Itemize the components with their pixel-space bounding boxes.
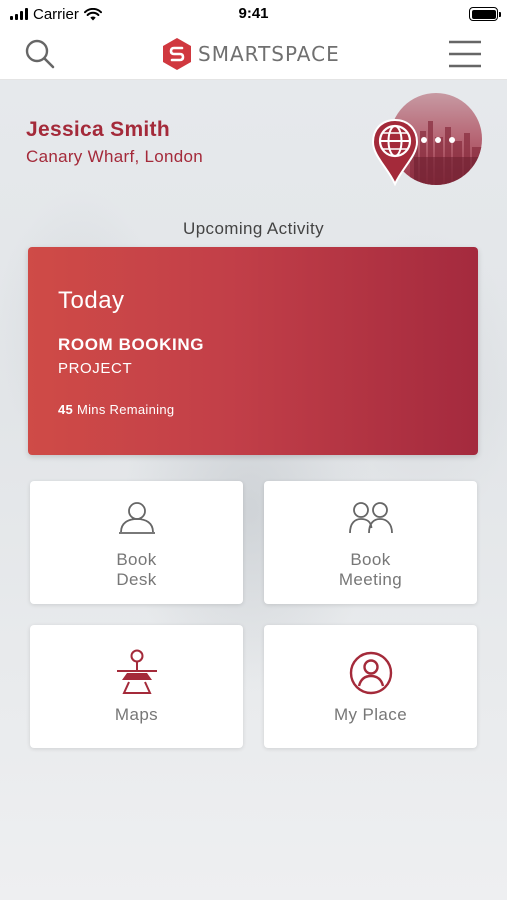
search-icon[interactable] (22, 36, 58, 72)
remaining-minutes: 45 (58, 402, 74, 417)
brand-name: SMARTSPACE (198, 42, 340, 66)
tile-label: Desk (116, 570, 157, 589)
hamburger-menu-icon[interactable] (447, 38, 483, 70)
activity-type: ROOM BOOKING (58, 335, 205, 354)
smartspace-logo-icon (163, 38, 191, 70)
nav-bar: SMARTSPACE (0, 28, 507, 80)
remaining-label: Mins Remaining (76, 402, 175, 417)
my-place-button[interactable]: My Place (264, 625, 477, 748)
battery-icon (469, 7, 501, 21)
tile-label: Book (116, 550, 157, 569)
status-bar: Carrier 9:41 (0, 0, 507, 28)
activity-remaining: 45 Mins Remaining (58, 402, 174, 417)
book-meeting-button[interactable]: Book Meeting (264, 481, 477, 604)
brand-logo: SMARTSPACE (162, 37, 340, 71)
section-title: Upcoming Activity (183, 219, 324, 238)
tile-label: Maps (114, 705, 159, 724)
user-location: Canary Wharf, London (26, 147, 204, 166)
tile-label: Meeting (338, 570, 403, 589)
activity-card[interactable]: Today ROOM BOOKING PROJECT 45 Mins Remai… (28, 247, 478, 455)
globe-pin-icon[interactable] (370, 118, 420, 186)
book-desk-button[interactable]: Book Desk (30, 481, 243, 604)
user-circle-icon (349, 651, 392, 695)
people-icon (348, 502, 393, 534)
user-name: Jessica Smith (26, 118, 170, 141)
activity-subtitle: PROJECT (58, 360, 133, 377)
tile-label: Book (350, 550, 391, 569)
activity-day: Today (58, 287, 125, 314)
more-icon[interactable] (421, 133, 455, 147)
clock: 9:41 (238, 5, 269, 22)
maps-button[interactable]: Maps (30, 625, 243, 748)
person-icon (118, 502, 155, 534)
tile-label: My Place (333, 705, 408, 724)
map-pin-icon (116, 649, 157, 694)
